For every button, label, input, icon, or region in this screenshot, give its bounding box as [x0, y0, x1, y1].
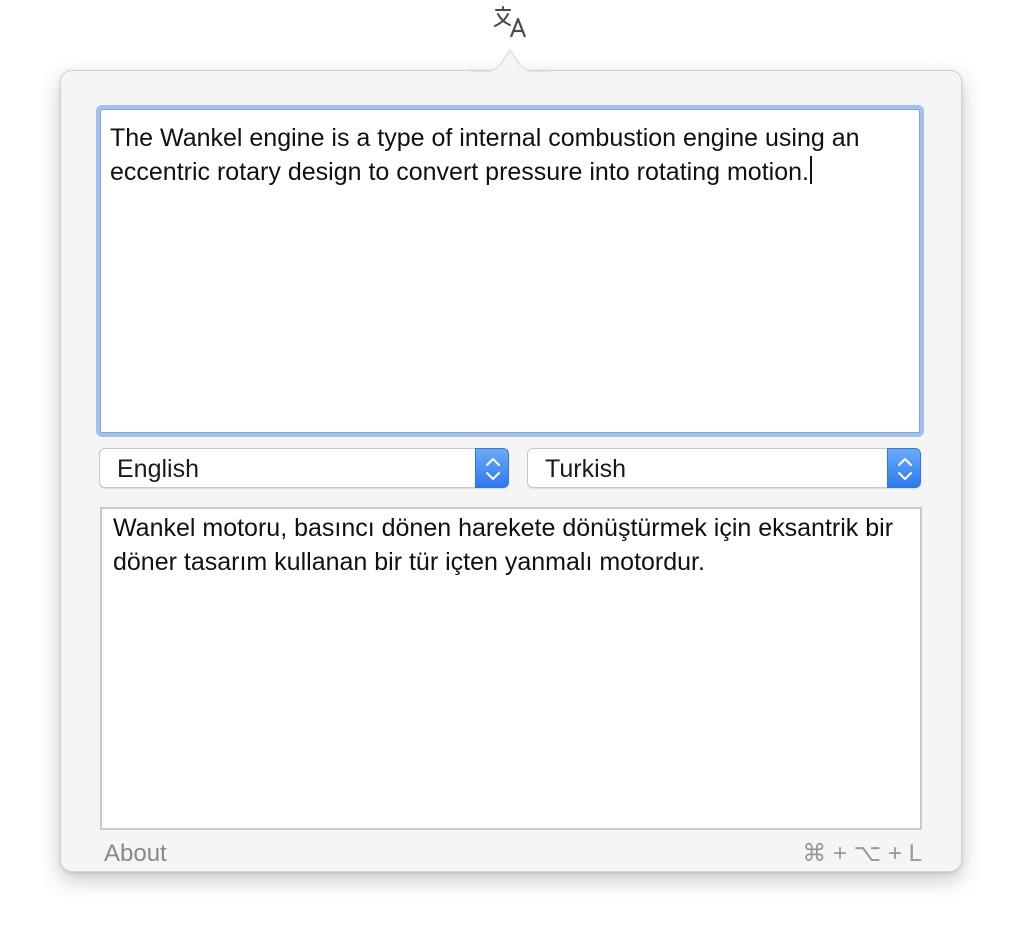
translate-icon[interactable]: [490, 4, 530, 40]
source-text-area[interactable]: The Wankel engine is a type of internal …: [96, 105, 924, 437]
source-language-select[interactable]: English: [99, 448, 509, 488]
source-language-label: English: [117, 455, 199, 483]
about-link[interactable]: About: [104, 840, 167, 868]
target-language-label: Turkish: [545, 455, 627, 483]
popover-arrow: [470, 45, 550, 73]
target-language-select[interactable]: Turkish: [527, 448, 921, 488]
translation-text: Wankel motoru, basıncı dönen harekete dö…: [113, 514, 900, 576]
keyboard-shortcut-label: ⌘ + ⌥ + L: [802, 840, 922, 867]
text-caret: [809, 156, 812, 184]
chevron-up-down-icon: [887, 448, 921, 488]
translation-output-area[interactable]: Wankel motoru, basıncı dönen harekete dö…: [100, 507, 922, 830]
app-stage: The Wankel engine is a type of internal …: [0, 0, 1020, 938]
chevron-up-down-icon: [475, 448, 509, 488]
source-text: The Wankel engine is a type of internal …: [110, 124, 867, 186]
